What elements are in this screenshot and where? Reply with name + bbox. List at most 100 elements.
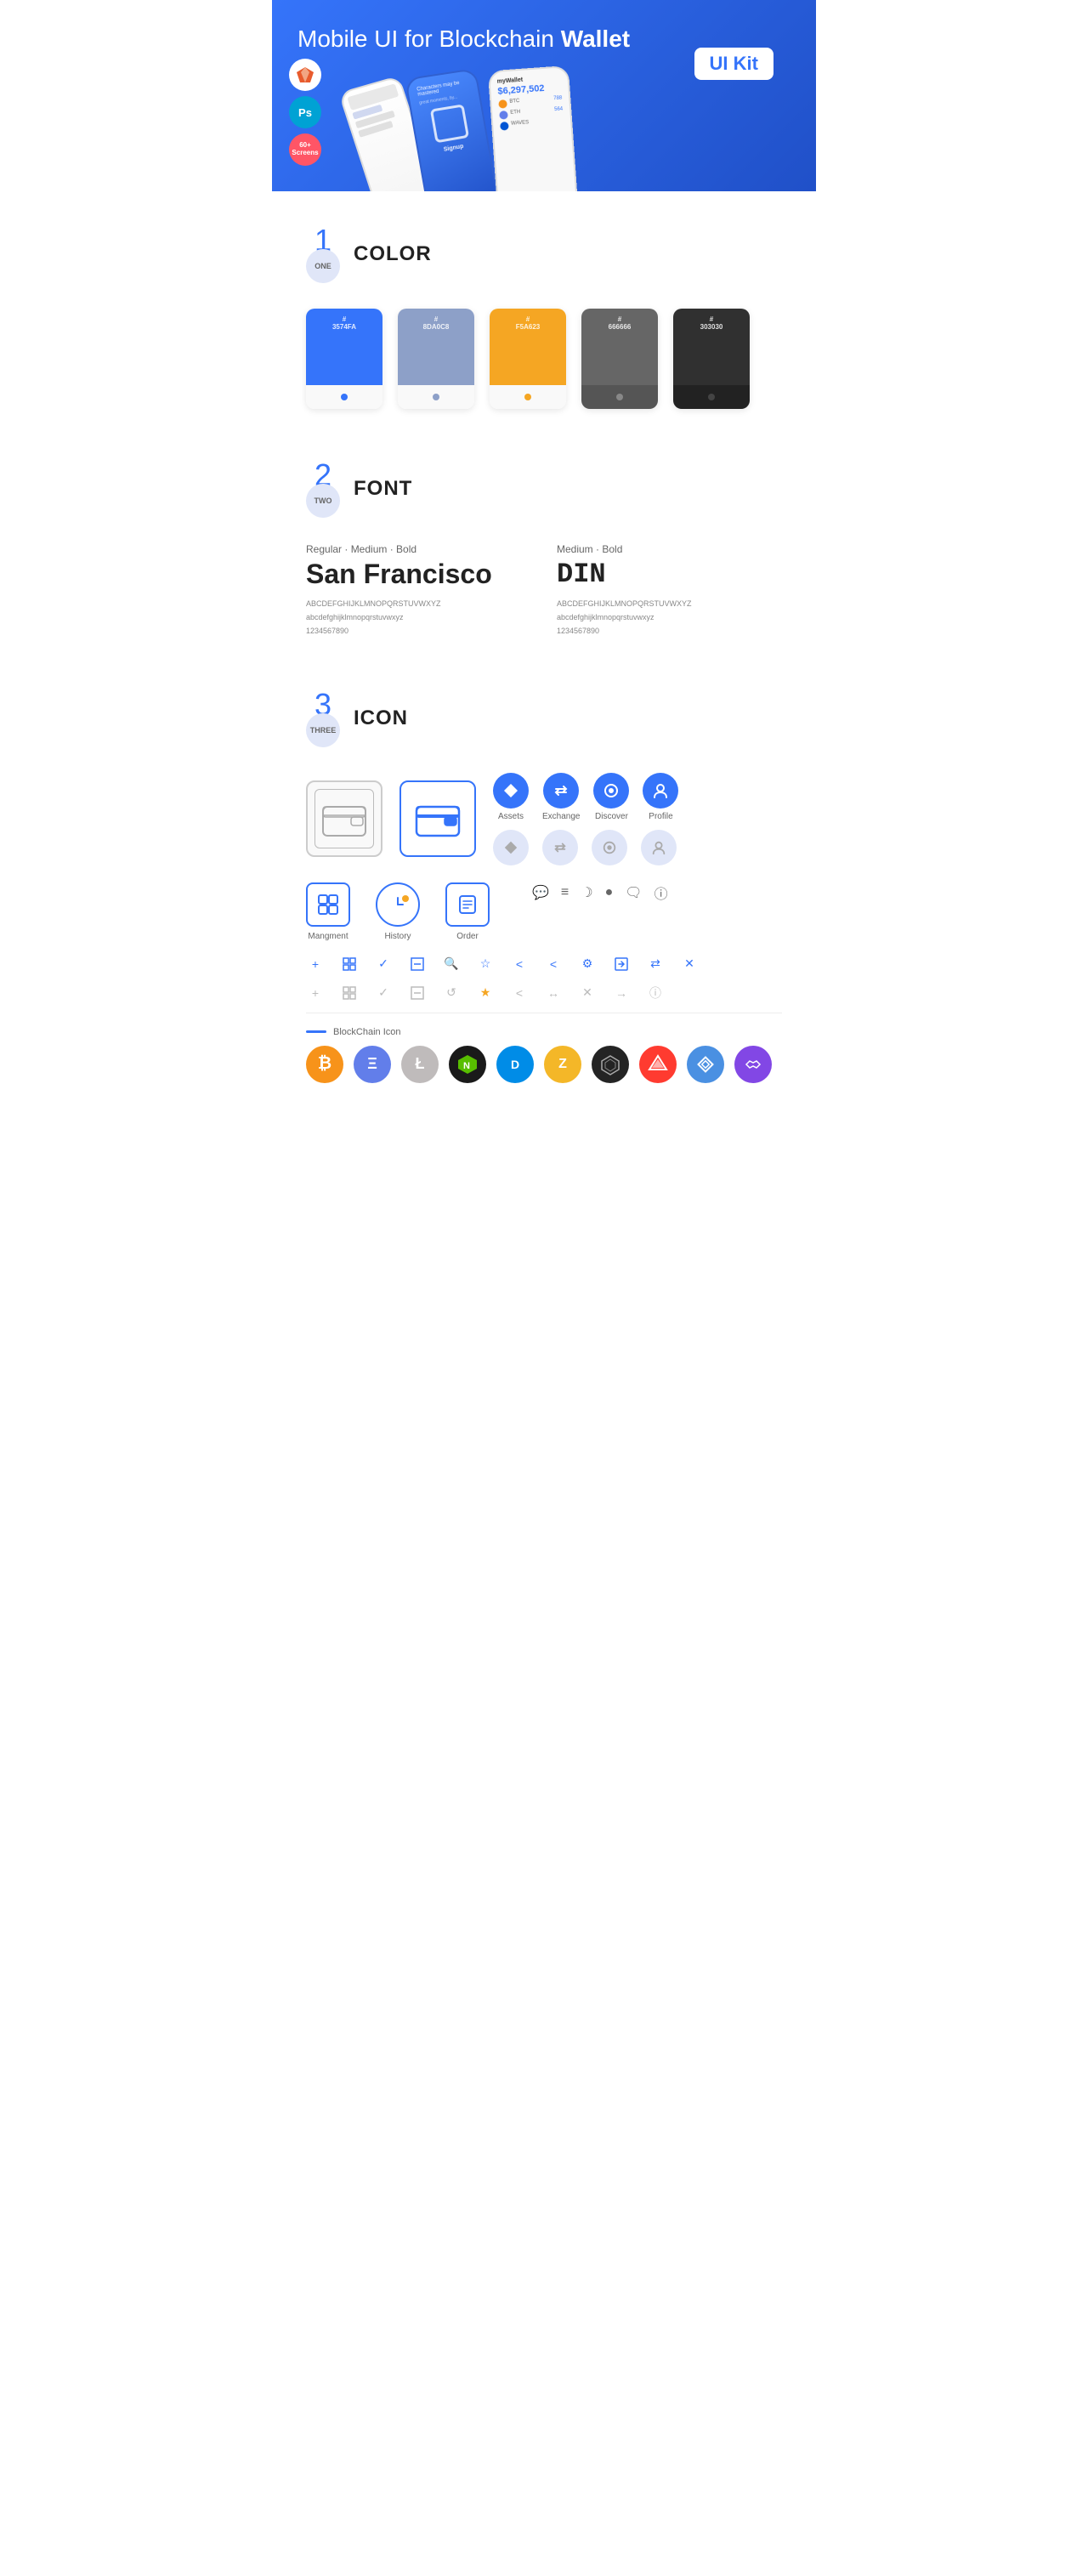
matic-icon	[734, 1046, 772, 1083]
minus-icon	[408, 955, 427, 973]
share-icon: <	[544, 955, 563, 973]
wallet-wireframe	[306, 780, 382, 857]
swap-icon: ⇄	[646, 955, 665, 973]
swatch-orange: #F5A623	[490, 309, 566, 409]
ark-icon	[639, 1046, 677, 1083]
swatch-gray: #8DA0C8	[398, 309, 474, 409]
named-icons-group: Assets Exchange	[493, 773, 678, 865]
icon-exchange: Exchange	[542, 773, 580, 821]
font-section: 2 TWO FONT Regular · Medium · Bold San F…	[272, 426, 816, 655]
close-icon-gray: ✕	[578, 984, 597, 1002]
minus-icon-gray	[408, 984, 427, 1002]
ltc-icon: Ł	[401, 1046, 439, 1083]
icon-section-header: 3 THREE ICON	[306, 689, 782, 747]
wallet-solid-icon	[415, 800, 462, 837]
small-icons-row1: + ✓ 🔍 ☆ < < ⚙ ⇄ ✕	[306, 955, 782, 973]
swatch-blue: #3574FA	[306, 309, 382, 409]
icon-profile: Profile	[643, 773, 678, 821]
icon-assets-gray	[493, 830, 529, 865]
star-icon-filled: ★	[476, 984, 495, 1002]
assets-icon-gray	[493, 830, 529, 865]
chat-icon: 💬	[532, 884, 549, 901]
font-sf: Regular · Medium · Bold San Francisco AB…	[306, 543, 531, 638]
hero-content: Mobile UI for Blockchain Wallet UI Kit	[298, 24, 790, 54]
nano-icon	[687, 1046, 724, 1083]
svg-text:N: N	[463, 1061, 470, 1071]
discover-icon	[593, 773, 629, 809]
export-icon	[612, 955, 631, 973]
misc-icons-row1: 💬 ≡ ☽ ● 🗨 ⓘ	[532, 882, 668, 903]
comment-icon: 🗨	[625, 884, 642, 901]
circle-icon: ●	[605, 885, 614, 900]
icon-discover: Discover	[593, 773, 629, 821]
profile-icon-gray	[641, 830, 677, 865]
tab-icons-section: Mangment History	[306, 882, 782, 941]
back-icon-gray: <	[510, 984, 529, 1002]
tab-icon-history: History	[376, 882, 420, 941]
phone-mockup-3: myWallet $6,297,502 BTC 788 ETH 564 WAVE…	[488, 65, 579, 191]
back-icon: <	[510, 955, 529, 973]
section-number-3: 3 THREE	[306, 689, 340, 747]
section-number-2: 2 TWO	[306, 460, 340, 518]
dash-icon: D	[496, 1046, 534, 1083]
assets-icon	[493, 773, 529, 809]
named-icons-row-top: Assets Exchange	[493, 773, 678, 821]
arrows-icon-gray: ↔	[544, 984, 563, 1002]
small-icons-row2: + ✓ ↺ ★ < ↔ ✕ → ⓘ	[306, 984, 782, 1002]
forward-icon-gray: →	[612, 984, 631, 1002]
color-section: 1 ONE COLOR #3574FA #8DA0C8 #F5A623	[272, 191, 816, 426]
sketch-badge	[289, 59, 321, 91]
exchange-icon-gray	[542, 830, 578, 865]
blockchain-label: BlockChain Icon	[306, 1027, 782, 1037]
moon-icon: ☽	[581, 884, 592, 901]
btc-icon: ₿	[306, 1046, 343, 1083]
icon-profile-gray	[641, 830, 677, 865]
close-icon: ✕	[680, 955, 699, 973]
ps-label: Ps	[298, 106, 312, 119]
tab-icon-order: Order	[445, 882, 490, 941]
eth-icon: Ξ	[354, 1046, 391, 1083]
check-icon-gray: ✓	[374, 984, 393, 1002]
wallet-solid	[400, 780, 476, 857]
color-section-header: 1 ONE COLOR	[306, 225, 782, 283]
screens-badge: 60+Screens	[289, 133, 321, 166]
neo-icon: N	[449, 1046, 486, 1083]
named-icons-row-bottom	[493, 830, 678, 865]
profile-icon	[643, 773, 678, 809]
swatch-black: #303030	[673, 309, 750, 409]
ps-badge: Ps	[289, 96, 321, 128]
order-icon	[445, 882, 490, 927]
tab-icon-management: Mangment	[306, 882, 350, 941]
exchange-icon	[543, 773, 579, 809]
icon-discover-gray	[592, 830, 627, 865]
sketch-icon	[295, 65, 315, 84]
font-din: Medium · Bold DIN ABCDEFGHIJKLMNOPQRSTUV…	[557, 543, 782, 638]
wallet-icons-row: Assets Exchange	[306, 773, 782, 865]
management-icon	[306, 882, 350, 927]
grid-icon-gray	[340, 984, 359, 1002]
plus-icon-gray: +	[306, 984, 325, 1002]
star-icon: ☆	[476, 955, 495, 973]
icon-exchange-gray	[542, 830, 578, 865]
grid-icon	[340, 955, 359, 973]
layers-icon: ≡	[561, 885, 569, 900]
plus-icon: +	[306, 955, 325, 973]
misc-icons-group: 💬 ≡ ☽ ● 🗨 ⓘ	[532, 882, 668, 903]
history-icon	[376, 882, 420, 927]
font-section-header: 2 TWO FONT	[306, 460, 782, 518]
info-icon-gray: ⓘ	[646, 984, 665, 1002]
check-icon: ✓	[374, 955, 393, 973]
hero-badge: UI Kit	[694, 48, 774, 80]
search-icon: 🔍	[442, 955, 461, 973]
iota-icon	[592, 1046, 629, 1083]
refresh-icon-gray: ↺	[442, 984, 461, 1002]
blockchain-line	[306, 1030, 326, 1033]
icon-section: 3 THREE ICON	[272, 655, 816, 1100]
zcash-icon: Z	[544, 1046, 581, 1083]
side-badges: Ps 60+Screens	[289, 59, 321, 166]
settings-icon: ⚙	[578, 955, 597, 973]
info-icon: ⓘ	[654, 882, 668, 903]
color-swatches: #3574FA #8DA0C8 #F5A623 #666666	[306, 309, 782, 409]
section-number-1: 1 ONE	[306, 225, 340, 283]
swatch-darkgray: #666666	[581, 309, 658, 409]
